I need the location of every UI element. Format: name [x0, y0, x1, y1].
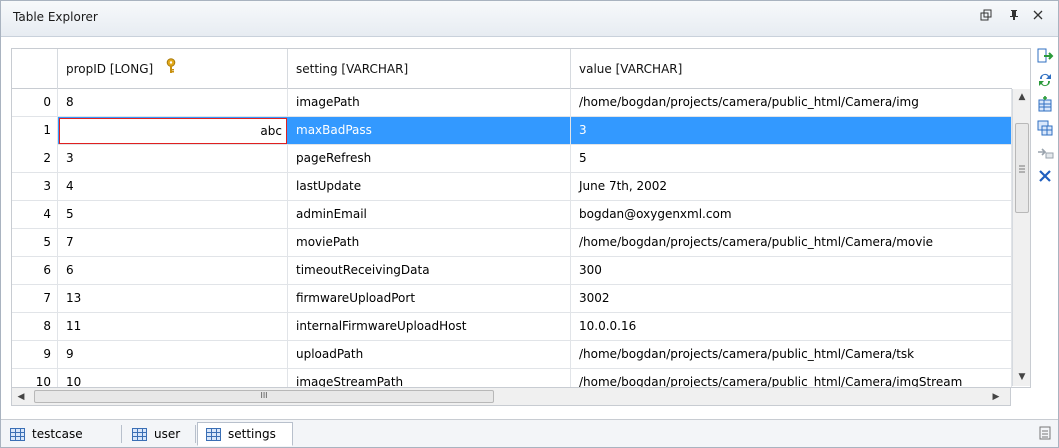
table-icon	[10, 428, 25, 441]
header-propid-label: propID [LONG]	[66, 62, 154, 76]
table-explorer-window: Table Explorer propID [LONG] setting [VA…	[0, 0, 1059, 448]
header-setting[interactable]: setting [VARCHAR]	[288, 49, 571, 89]
table-row[interactable]: 9 9 uploadPath/home/bogdan/projects/camera…	[12, 341, 1012, 369]
cell-value[interactable]: /home/bogdan/projects/camera/public_html…	[571, 341, 1012, 369]
side-toolbar	[1035, 47, 1057, 191]
duplicate-row-icon[interactable]	[1035, 119, 1055, 139]
table-row[interactable]: 6 6 timeoutReceivingData 300	[12, 257, 1012, 285]
data-grid: propID [LONG] setting [VARCHAR] value [V…	[11, 48, 1031, 388]
cell-value[interactable]: June 7th, 2002	[571, 173, 1012, 201]
cell-setting[interactable]: pageRefresh	[288, 145, 571, 173]
tab-label: settings	[228, 427, 276, 441]
cell-setting[interactable]: internalFirmwareUploadHost	[288, 313, 571, 341]
horizontal-scrollbar[interactable]: ◀ III ▶	[11, 388, 1011, 406]
cell-value[interactable]: /home/bogdan/projects/camera/public_html…	[571, 229, 1012, 257]
refresh-icon[interactable]	[1035, 71, 1055, 91]
restore-icon[interactable]	[977, 9, 995, 27]
table-row-partial[interactable]	[12, 369, 1012, 387]
table-row[interactable]: 0 8 imagePath/home/bogdan/projects/camera/…	[12, 89, 1012, 117]
cell-value[interactable]: 3	[571, 117, 1012, 145]
table-row[interactable]: 2 3 pageRefresh 5	[12, 145, 1012, 173]
cell-setting[interactable]: moviePath	[288, 229, 571, 257]
table-icon	[132, 428, 147, 441]
cell-propid[interactable]: 5	[58, 201, 288, 229]
row-number: 6	[12, 257, 58, 285]
tab-label: user	[154, 427, 181, 441]
row-number: 0	[12, 89, 58, 117]
cell-propid[interactable]: 9	[58, 341, 288, 369]
vertical-scroll-thumb[interactable]	[1015, 123, 1029, 213]
row-number: 2	[12, 145, 58, 173]
table-row[interactable]: 5 7 moviePath/home/bogdan/projects/camera/…	[12, 229, 1012, 257]
row-number: 3	[12, 173, 58, 201]
export-icon[interactable]	[1035, 47, 1055, 67]
row-number: 4	[12, 201, 58, 229]
tab-label: testcase	[32, 427, 83, 441]
cell-propid[interactable]: 13	[58, 285, 288, 313]
menu-icon[interactable]	[1039, 426, 1051, 443]
delete-icon[interactable]	[1035, 167, 1055, 187]
key-icon	[165, 50, 177, 90]
cell-value[interactable]: 300	[571, 257, 1012, 285]
tab-testcase[interactable]: testcase	[1, 422, 121, 446]
scroll-up-icon[interactable]: ▲	[1013, 89, 1030, 105]
vertical-scrollbar[interactable]: ▲ ▼	[1012, 89, 1030, 386]
cell-value[interactable]: /home/bogdan/projects/camera/public_html…	[571, 89, 1012, 117]
tab-user[interactable]: user	[123, 422, 195, 446]
cell-setting[interactable]: imagePath	[288, 89, 571, 117]
row-number: 7	[12, 285, 58, 313]
tab-bar: testcase user settings	[1, 419, 1058, 447]
tab-separator	[121, 425, 122, 443]
cell-value[interactable]: 10.0.0.16	[571, 313, 1012, 341]
cell-propid[interactable]: 6	[58, 257, 288, 285]
window-title: Table Explorer	[13, 10, 98, 24]
row-number: 1	[12, 117, 58, 145]
tab-settings[interactable]: settings	[197, 422, 293, 446]
table-row[interactable]: 1 abc maxBadPass 3	[12, 117, 1012, 145]
table-row[interactable]: 7 13 firmwareUploadPort 3002	[12, 285, 1012, 313]
header-row-number[interactable]	[12, 49, 58, 89]
table-row[interactable]: 8 11 internalFirmwareUploadHost 10.0.0.16	[12, 313, 1012, 341]
cell-setting[interactable]: adminEmail	[288, 201, 571, 229]
tab-separator	[195, 425, 196, 443]
insert-row-icon[interactable]	[1035, 95, 1055, 115]
scroll-down-icon[interactable]: ▼	[1013, 369, 1030, 385]
table-row[interactable]: 4 5 adminEmail bogdan@oxygenxml.com	[12, 201, 1012, 229]
title-bar: Table Explorer	[1, 1, 1058, 37]
cell-setting[interactable]: timeoutReceivingData	[288, 257, 571, 285]
cell-setting[interactable]: uploadPath	[288, 341, 571, 369]
commit-icon[interactable]	[1035, 143, 1055, 163]
cell-propid[interactable]: 7	[58, 229, 288, 257]
cell-value[interactable]: bogdan@oxygenxml.com	[571, 201, 1012, 229]
header-value[interactable]: value [VARCHAR]	[571, 49, 1012, 89]
cell-value[interactable]: 5	[571, 145, 1012, 173]
cell-propid[interactable]: 8	[58, 89, 288, 117]
cell-setting[interactable]: maxBadPass	[288, 117, 571, 145]
row-number: 9	[12, 341, 58, 369]
cell-setting[interactable]: firmwareUploadPort	[288, 285, 571, 313]
scroll-right-icon[interactable]: ▶	[987, 389, 1005, 405]
header-propid[interactable]: propID [LONG]	[58, 49, 288, 89]
row-number: 8	[12, 313, 58, 341]
cell-setting[interactable]: lastUpdate	[288, 173, 571, 201]
cell-propid[interactable]: 4	[58, 173, 288, 201]
horizontal-scroll-thumb[interactable]: III	[34, 390, 494, 403]
scroll-left-icon[interactable]: ◀	[12, 389, 30, 405]
cell-value[interactable]: 3002	[571, 285, 1012, 313]
cell-propid[interactable]: 11	[58, 313, 288, 341]
propid-edit-input[interactable]: abc	[59, 118, 287, 144]
table-header: propID [LONG] setting [VARCHAR] value [V…	[12, 49, 1012, 89]
row-number: 5	[12, 229, 58, 257]
table-row[interactable]: 3 4 lastUpdate June 7th, 2002	[12, 173, 1012, 201]
close-icon[interactable]	[1029, 9, 1047, 27]
cell-propid[interactable]: 3	[58, 145, 288, 173]
pin-icon[interactable]	[1005, 9, 1023, 27]
table-icon	[206, 428, 221, 441]
